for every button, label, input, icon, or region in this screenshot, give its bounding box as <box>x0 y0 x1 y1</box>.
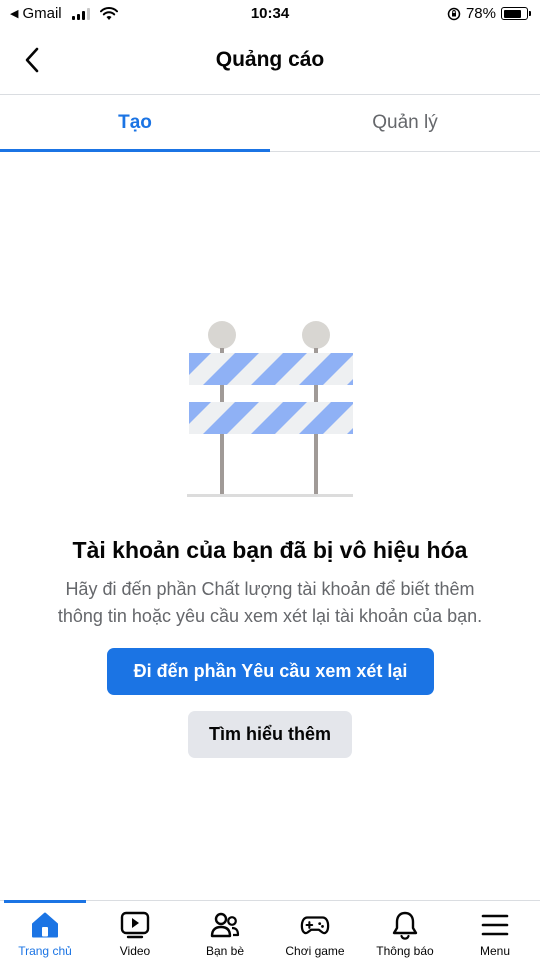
menu-icon <box>480 910 510 940</box>
nav-home[interactable]: Trang chủ <box>0 900 90 960</box>
tab-bar: Tạo Quản lý <box>0 95 540 152</box>
nav-video[interactable]: Video <box>90 901 180 960</box>
gaming-icon <box>300 910 330 940</box>
road-barrier-illustration <box>187 321 353 497</box>
nav-friends-label: Bạn bè <box>205 944 245 958</box>
request-review-button[interactable]: Đi đến phần Yêu cầu xem xét lại <box>107 648 434 695</box>
description-line-2: thông tin hoặc yêu cầu xem xét lại tài k… <box>57 606 483 626</box>
battery-icon <box>501 7 531 20</box>
home-icon <box>30 910 60 940</box>
barrier-lamp-left <box>208 321 236 349</box>
page-title: Quảng cáo <box>215 48 325 71</box>
tab-manage[interactable]: Quản lý <box>270 95 540 151</box>
nav-video-label: Video <box>119 944 151 958</box>
bell-icon <box>390 910 420 940</box>
battery-level <box>503 9 521 18</box>
nav-home-label: Trang chủ <box>18 944 72 958</box>
friends-icon <box>210 910 240 940</box>
battery-percent: 78% <box>465 5 496 22</box>
video-icon <box>120 910 150 940</box>
orientation-lock-icon <box>447 7 461 20</box>
description-line-1: Hãy đi đến phần Chất lượng tài khoản để … <box>65 579 475 599</box>
header: Quảng cáo <box>0 28 540 94</box>
nav-notifications-label: Thông báo <box>376 944 434 958</box>
nav-friends[interactable]: Bạn bè <box>180 901 270 960</box>
barrier-ground <box>187 494 353 497</box>
disabled-account-description: Hãy đi đến phần Chất lượng tài khoản để … <box>20 576 520 630</box>
barrier-board-bottom <box>189 402 353 434</box>
status-bar: ◀ Gmail 10:34 78% <box>0 0 540 28</box>
barrier-board-top <box>189 353 353 385</box>
disabled-account-title: Tài khoản của bạn đã bị vô hiệu hóa <box>72 537 468 563</box>
nav-notifications[interactable]: Thông báo <box>360 901 450 960</box>
nav-menu[interactable]: Menu <box>450 901 540 960</box>
nav-gaming-label: Chơi game <box>285 944 345 958</box>
learn-more-button[interactable]: Tìm hiểu thêm <box>188 711 352 758</box>
status-right: 78% <box>447 5 531 22</box>
bottom-navigation: Trang chủ Video Bạn bè Chơi game Thông b… <box>0 900 540 960</box>
nav-gaming[interactable]: Chơi game <box>270 901 360 960</box>
nav-menu-label: Menu <box>479 944 511 958</box>
barrier-lamp-right <box>302 321 330 349</box>
tab-create[interactable]: Tạo <box>0 95 270 152</box>
